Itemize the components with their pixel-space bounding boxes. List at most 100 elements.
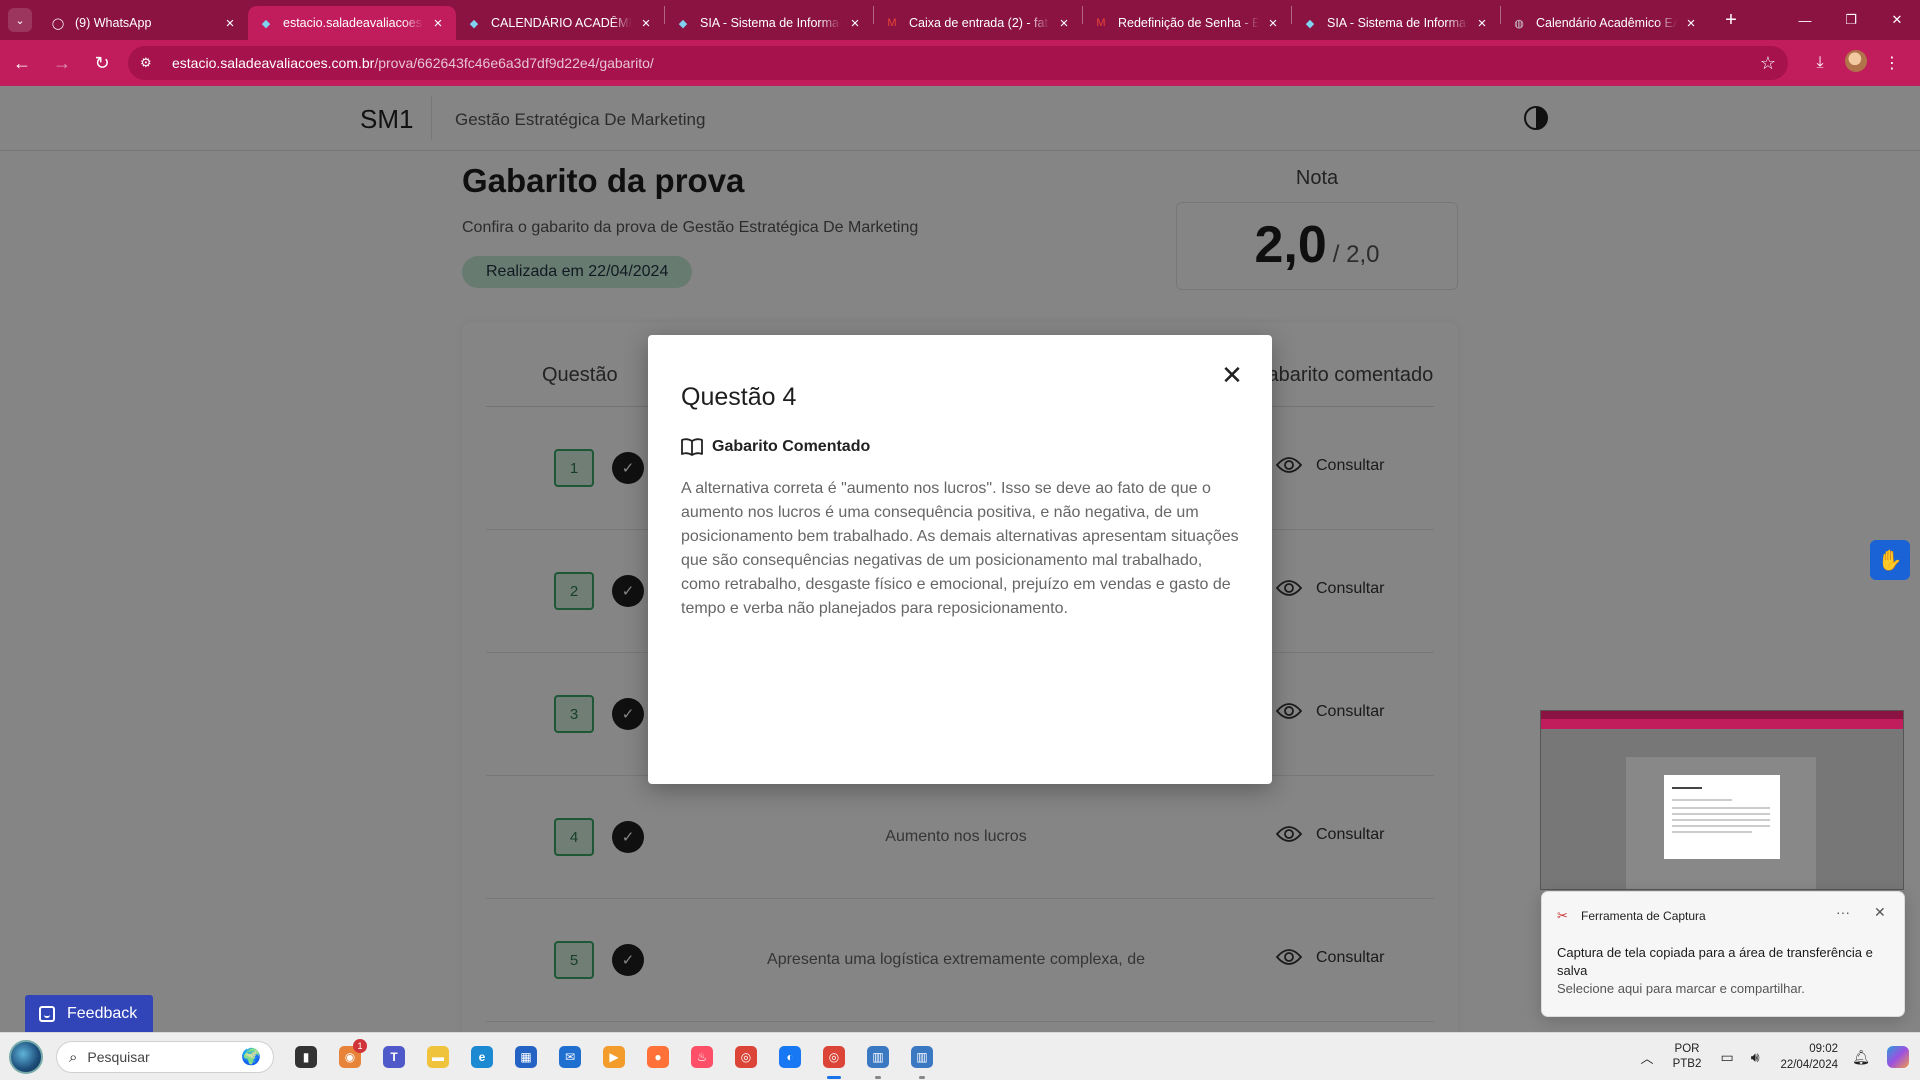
taskbar-app-button[interactable]: ◎	[812, 1039, 856, 1079]
reload-icon: ↻	[94, 52, 110, 73]
messenger-icon: ◐	[779, 1046, 801, 1068]
thumb-line	[1672, 819, 1770, 821]
taskbar-app-button[interactable]: e	[460, 1039, 504, 1075]
copilot-button[interactable]	[1876, 1046, 1920, 1068]
toast-message: Captura de tela copiada para a área de t…	[1557, 945, 1873, 978]
thumb-line	[1672, 831, 1752, 833]
network-icon: ▭	[1720, 1048, 1734, 1065]
globe-icon: ◍	[1514, 17, 1524, 30]
tinder-icon: ♨	[691, 1046, 713, 1068]
tab-search-button[interactable]: ⌄	[0, 0, 40, 40]
forward-button[interactable]: →	[44, 45, 80, 81]
tab-title: Calendário Acadêmico EAD	[1536, 16, 1677, 30]
taskbar-app-button[interactable]: ▮	[284, 1039, 328, 1075]
thumb-line	[1672, 825, 1770, 827]
thumb-modal	[1664, 775, 1780, 859]
browser-tab[interactable]: ◆ SIA - Sistema de Informações ×	[665, 6, 873, 40]
taskbar-app-button[interactable]: ♨	[680, 1039, 724, 1075]
notification-bell-icon[interactable]: 🔔︎	[1846, 1049, 1876, 1066]
firefox-icon: ●	[647, 1046, 669, 1068]
close-icon[interactable]: ✕	[1220, 362, 1244, 388]
taskbar-app-button[interactable]: ◉ 1	[328, 1039, 372, 1075]
tab-close-icon[interactable]: ×	[847, 15, 863, 32]
snipping-toast[interactable]: ✂ Ferramenta de Captura ··· ✕ Captura de…	[1541, 891, 1905, 1017]
clock[interactable]: 09:02 22/04/2024	[1768, 1041, 1846, 1073]
browser-tab[interactable]: M Redefinição de Senha - E ×	[1083, 6, 1291, 40]
accessibility-hand-icon[interactable]: ✋	[1870, 540, 1910, 580]
bookmark-star-icon[interactable]: ☆	[1760, 53, 1776, 74]
browser-tab[interactable]: ◯ (9) WhatsApp ×	[40, 6, 248, 40]
gmail-icon: M	[1096, 17, 1106, 29]
question-modal: Questão 4 ✕ Gabarito Comentado A alterna…	[648, 335, 1272, 784]
toast-close-icon[interactable]: ✕	[1874, 904, 1886, 921]
taskbar-app-button[interactable]: ✉	[548, 1039, 592, 1075]
address-bar-row: ← → ↻ ⚙ estacio.saladeavaliacoes.com.br /…	[0, 40, 1920, 86]
browser-tab[interactable]: M Caixa de entrada (2) - fat ×	[874, 6, 1082, 40]
scissors-icon: ✂	[1557, 908, 1568, 923]
taskbar-app-button[interactable]: ◎	[724, 1039, 768, 1075]
notification-badge: 1	[353, 1039, 367, 1053]
tab-close-icon[interactable]: ×	[1056, 15, 1072, 32]
taskbar-app-button[interactable]: ▶	[592, 1039, 636, 1075]
search-icon: ⌕	[69, 1048, 78, 1066]
site-info-icon[interactable]: ⚙	[140, 55, 160, 71]
modal-subtitle-text: Gabarito Comentado	[712, 438, 871, 455]
taskbar-app-button[interactable]: T	[372, 1039, 416, 1075]
browser-tab[interactable]: ◆ estacio.saladeavaliacoes.com.br ×	[248, 6, 456, 40]
url-host: estacio.saladeavaliacoes.com.br	[172, 55, 375, 71]
clock-date: 22/04/2024	[1780, 1059, 1838, 1071]
thumb-line	[1672, 813, 1770, 815]
download-icon[interactable]: ⤓	[1802, 54, 1838, 72]
arrow-right-icon: →	[53, 52, 71, 73]
taskbar-app-button[interactable]: ▥	[900, 1039, 944, 1079]
restore-icon[interactable]: ❐	[1828, 0, 1874, 40]
diamond-icon: ◆	[1305, 17, 1315, 30]
taskbar-app-button[interactable]: ●	[636, 1039, 680, 1075]
tab-close-icon[interactable]: ×	[638, 15, 654, 32]
toast-hint: Selecione aqui para marcar e compartilha…	[1557, 981, 1805, 996]
tab-title: SIA - Sistema de Informações	[700, 16, 841, 30]
chart-app-2-icon: ▥	[911, 1046, 933, 1068]
close-window-icon[interactable]: ✕	[1874, 0, 1920, 40]
start-button[interactable]	[9, 1040, 43, 1074]
running-indicator	[875, 1076, 881, 1079]
feedback-label: Feedback	[67, 1004, 138, 1022]
url-input[interactable]: ⚙ estacio.saladeavaliacoes.com.br/prova/…	[128, 46, 1788, 80]
tab-close-icon[interactable]: ×	[1265, 15, 1281, 32]
tab-close-icon[interactable]: ×	[430, 15, 446, 32]
taskbar-search-input[interactable]: ⌕ Pesquisar 🌍	[56, 1041, 274, 1073]
taskbar-app-button[interactable]: ◐	[768, 1039, 812, 1075]
browser-tab[interactable]: ◍ Calendário Acadêmico EAD ×	[1501, 6, 1709, 40]
modal-title: Questão 4	[681, 383, 797, 411]
taskbar-app-button[interactable]: ▦	[504, 1039, 548, 1075]
language-code: POR	[1674, 1043, 1700, 1055]
back-button[interactable]: ←	[4, 45, 40, 81]
mail-icon: ✉	[559, 1046, 581, 1068]
copilot-icon	[1887, 1046, 1909, 1068]
reload-button[interactable]: ↻	[84, 45, 120, 81]
browser-tab[interactable]: ◆ CALENDÁRIO ACADÊMICO ×	[456, 6, 664, 40]
minimize-icon[interactable]: —	[1782, 0, 1828, 40]
feedback-button[interactable]: Feedback	[25, 995, 154, 1032]
new-tab-button[interactable]: +	[1715, 9, 1747, 32]
kebab-menu-icon[interactable]: ⋮	[1874, 53, 1910, 73]
browser-tab[interactable]: ◆ SIA - Sistema de Informações ×	[1292, 6, 1500, 40]
tab-close-icon[interactable]: ×	[1474, 15, 1490, 32]
diamond-icon: ◆	[678, 17, 688, 30]
quick-settings[interactable]: ▭ 🔊︎	[1712, 1049, 1768, 1066]
chrome-profile-icon: ◎	[823, 1046, 845, 1068]
teams-icon: T	[383, 1046, 405, 1068]
tab-close-icon[interactable]: ×	[222, 15, 238, 32]
taskbar-app-button[interactable]: ▬	[416, 1039, 460, 1075]
tray-overflow-icon[interactable]: ︿	[1632, 1048, 1662, 1067]
modal-backdrop-header	[0, 86, 1920, 151]
feedback-icon	[39, 1005, 55, 1022]
screenshot-thumbnail[interactable]	[1540, 710, 1904, 890]
taskbar-app-button[interactable]: ▥	[856, 1039, 900, 1079]
more-options-icon[interactable]: ···	[1836, 904, 1850, 920]
language-indicator[interactable]: POR PTB2	[1662, 1042, 1712, 1072]
file-explorer-icon: ▬	[427, 1046, 449, 1068]
profile-avatar[interactable]	[1838, 49, 1874, 77]
tab-close-icon[interactable]: ×	[1683, 15, 1699, 32]
edge-icon: e	[471, 1046, 493, 1068]
